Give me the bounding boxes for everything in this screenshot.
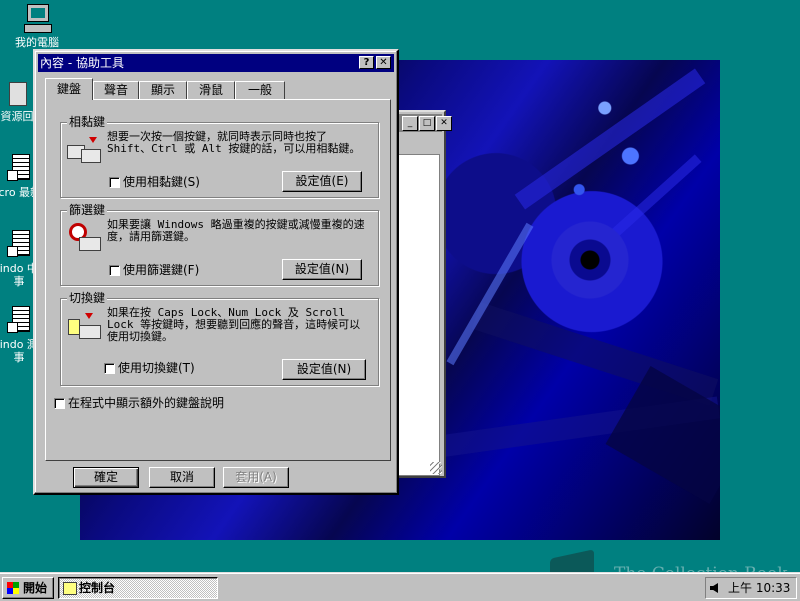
document-shortcut-icon: ↗ (3, 304, 35, 336)
recycle-bin-icon (1, 76, 33, 108)
apply-button[interactable]: 套用(A) (223, 467, 289, 488)
show-extra-keyboard-help-checkbox[interactable]: 在程式中顯示額外的鍵盤說明 (54, 396, 224, 410)
wallpaper-shape (514, 68, 706, 210)
use-stickykeys-checkbox[interactable]: 使用相黏鍵(S) (109, 175, 200, 189)
checkbox-box[interactable] (104, 362, 115, 374)
tab-display[interactable]: 顯示 (139, 81, 187, 100)
speaker-icon[interactable] (710, 583, 718, 593)
group-title: 相黏鍵 (67, 114, 108, 130)
checkbox-label: 在程式中顯示額外的鍵盤說明 (68, 396, 225, 410)
use-filterkeys-checkbox[interactable]: 使用篩選鍵(F) (109, 263, 199, 277)
resize-grip-icon[interactable] (430, 462, 442, 474)
tab-mouse[interactable]: 滑鼠 (187, 81, 235, 100)
start-button[interactable]: 開始 (2, 577, 54, 599)
stickykeys-group: 相黏鍵 想要一次按一個按鍵，就同時表示同時也按了 Shift、Ctrl 或 Al… (60, 114, 379, 198)
checkbox-label: 使用篩選鍵(F) (123, 263, 200, 277)
clock[interactable]: 上午 10:33 (728, 578, 790, 598)
checkbox-box[interactable] (109, 264, 120, 276)
ok-button[interactable]: 確定 (73, 467, 139, 488)
start-label: 開始 (23, 581, 48, 595)
group-title: 篩選鍵 (67, 202, 108, 218)
maximize-icon[interactable]: □ (419, 116, 435, 131)
dialog-titlebar[interactable]: 內容 - 協助工具 ? ✕ (38, 54, 394, 72)
close-icon[interactable]: ✕ (436, 116, 452, 131)
wallpaper-disc (550, 220, 630, 300)
togglekeys-icon (67, 311, 103, 341)
use-togglekeys-checkbox[interactable]: 使用切換鍵(T) (104, 361, 195, 375)
background-window[interactable]: _ □ ✕ (392, 110, 452, 478)
tab-sound[interactable]: 聲音 (93, 81, 139, 100)
stickykeys-icon (67, 135, 103, 165)
filterkeys-settings-button[interactable]: 設定值(N) (282, 259, 362, 280)
desktop-icon-my-computer[interactable]: 我的電腦 (2, 2, 72, 49)
cancel-button[interactable]: 取消 (149, 467, 215, 488)
help-button[interactable]: ? (359, 56, 374, 69)
filterkeys-group: 篩選鍵 如果要讓 Windows 略過重複的按鍵或減慢重複的速度，請用篩選鍵。 … (60, 202, 379, 286)
taskbar-button-control-panel[interactable]: 控制台 (58, 577, 218, 599)
tab-keyboard[interactable]: 鍵盤 (45, 78, 93, 100)
checkbox-box[interactable] (109, 176, 120, 188)
background-window-content (398, 154, 440, 476)
filterkeys-icon (67, 223, 103, 253)
task-label: 控制台 (79, 581, 116, 595)
document-shortcut-icon: ↗ (3, 152, 35, 184)
togglekeys-group: 切換鍵 如果在按 Caps Lock、Num Lock 及 Scroll Loc… (60, 290, 379, 386)
keyboard-tab-panel: 相黏鍵 想要一次按一個按鍵，就同時表示同時也按了 Shift、Ctrl 或 Al… (45, 99, 391, 461)
stickykeys-settings-button[interactable]: 設定值(E) (282, 171, 362, 192)
group-title: 切換鍵 (67, 290, 108, 306)
group-description: 如果在按 Caps Lock、Num Lock 及 Scroll Lock 等按… (107, 306, 361, 343)
tab-general[interactable]: 一般 (235, 81, 285, 100)
folder-icon (63, 582, 77, 595)
checkbox-label: 使用切換鍵(T) (118, 361, 195, 375)
dialog-title: 內容 - 協助工具 (40, 56, 124, 70)
minimize-icon[interactable]: _ (402, 116, 418, 131)
taskbar: 開始 控制台 上午 10:33 (0, 572, 800, 601)
accessibility-properties-dialog: 內容 - 協助工具 ? ✕ 鍵盤 聲音 顯示 滑鼠 一般 相黏鍵 想要一次按一個… (33, 49, 399, 495)
system-tray: 上午 10:33 (705, 577, 797, 599)
computer-icon (21, 2, 53, 34)
desktop-icon-label: 我的電腦 (15, 36, 59, 49)
group-description: 想要一次按一個按鍵，就同時表示同時也按了 Shift、Ctrl 或 Alt 按鍵… (107, 130, 361, 155)
checkbox-box[interactable] (54, 397, 65, 409)
close-button[interactable]: ✕ (376, 56, 391, 69)
group-description: 如果要讓 Windows 略過重複的按鍵或減慢重複的速度，請用篩選鍵。 (107, 218, 365, 243)
windows-logo-icon (7, 582, 19, 594)
document-shortcut-icon: ↗ (3, 228, 35, 260)
checkbox-label: 使用相黏鍵(S) (123, 175, 200, 189)
togglekeys-settings-button[interactable]: 設定值(N) (282, 359, 366, 380)
